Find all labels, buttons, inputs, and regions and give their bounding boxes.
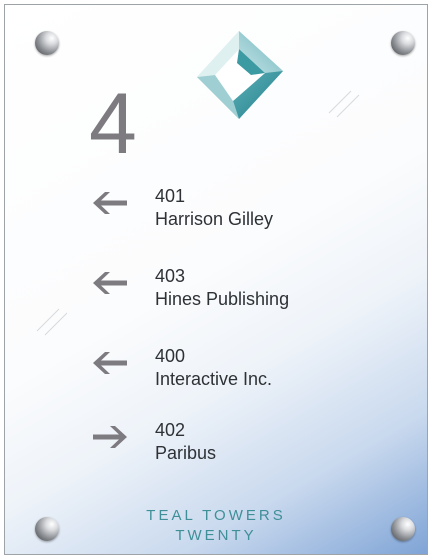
suite-number: 402 [155,420,186,440]
standoff-bolt-icon [35,517,59,541]
standoff-bolt-icon [35,31,59,55]
floor-number: 4 [89,76,137,172]
directory-entry: 403 Hines Publishing [91,263,391,319]
tenant-name: Interactive Inc. [155,369,273,389]
hatch-marks-decoration [36,308,68,336]
standoff-bolt-icon [391,31,415,55]
teal-diamond-logo-icon [197,31,283,119]
directory-sign: 4 401 Harrison Gilley 403 Hines Publishi… [4,4,428,555]
directory-entry: 402 Paribus [91,417,391,473]
arrow-left-icon [93,192,127,214]
arrow-left-icon [93,272,127,294]
arrow-right-icon [93,426,127,448]
directory-entry: 401 Harrison Gilley [91,183,391,239]
suite-number: 403 [155,266,186,286]
arrow-left-icon [93,352,127,374]
building-name-line1: TEAL TOWERS [146,507,286,524]
directory-entry: 400 Interactive Inc. [91,343,391,399]
suite-number: 401 [155,186,186,206]
tenant-name: Paribus [155,443,217,463]
tenant-name: Harrison Gilley [155,209,274,229]
tenant-name: Hines Publishing [155,289,290,309]
standoff-bolt-icon [391,517,415,541]
suite-number: 400 [155,346,186,366]
building-name-line2: TWENTY [175,527,257,544]
hatch-marks-decoration [328,90,360,118]
